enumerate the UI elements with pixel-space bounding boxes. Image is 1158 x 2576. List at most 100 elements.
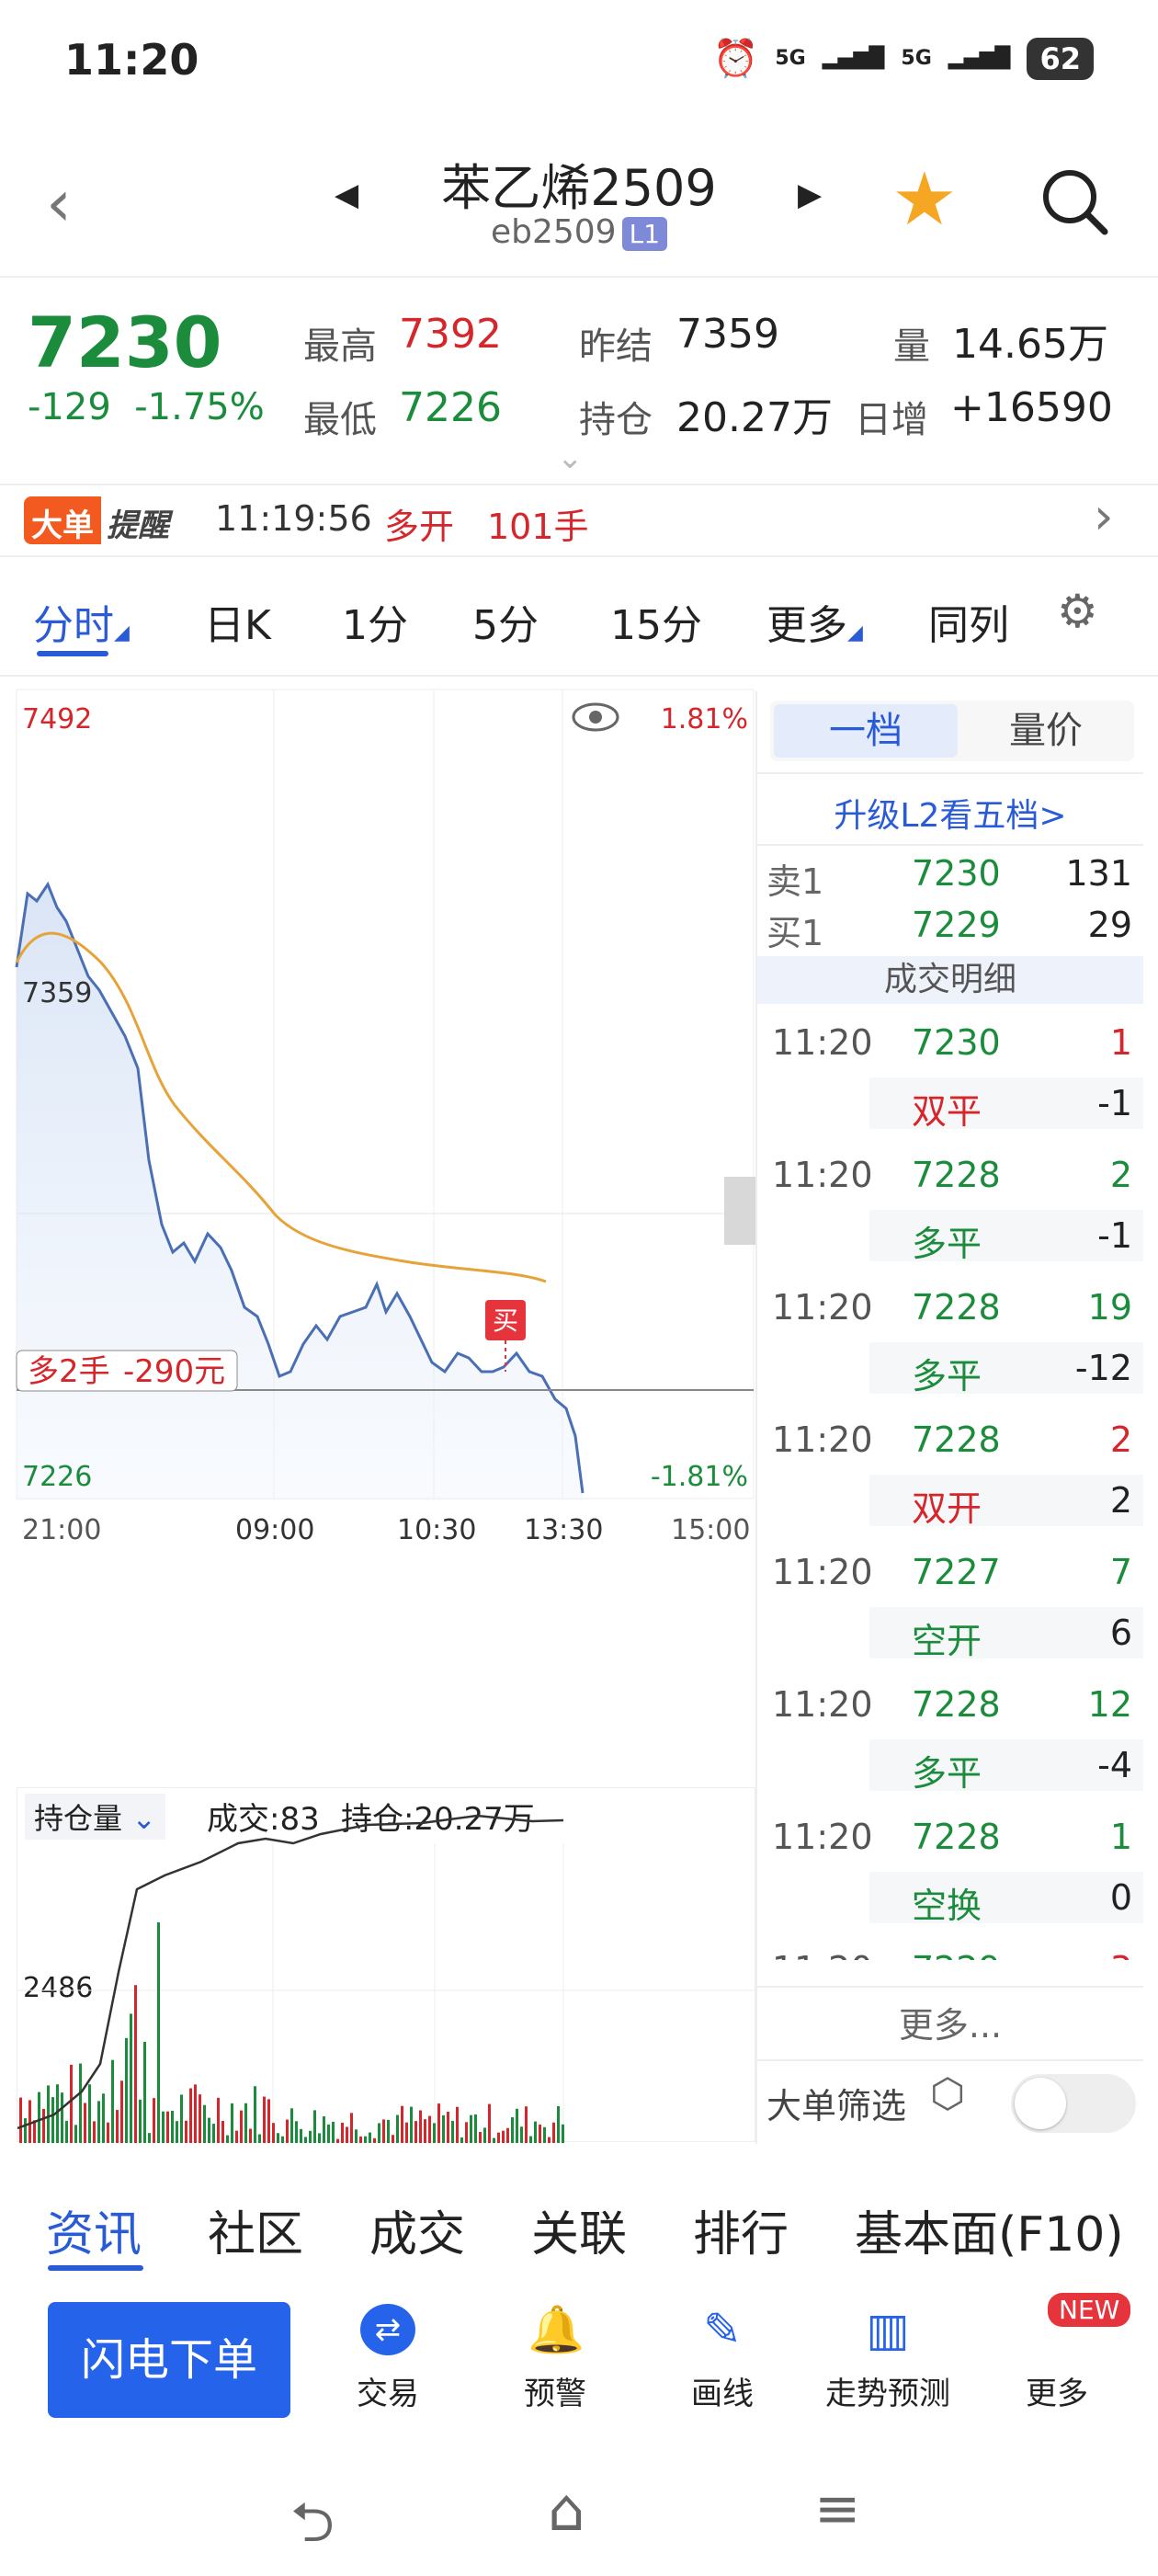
big-order-alert[interactable]: 大单 提醒 11:19:56 多开 101手 › <box>0 487 1158 555</box>
volume-bar <box>520 2126 523 2143</box>
volume-bar <box>497 2132 500 2143</box>
tab-intraday-label: 分时 <box>33 602 114 649</box>
home-nav-icon[interactable]: ⌂ <box>548 2477 585 2545</box>
volume-bar <box>401 2105 403 2143</box>
status-bar: 11:20 ⏰ 5G ▂▄▆█ 5G ▂▄▆█ 62 <box>0 0 1158 129</box>
upgrade-l2-link[interactable]: 升级L2看五档> <box>757 789 1143 837</box>
big-order-filter-toggle[interactable] <box>1011 2074 1136 2133</box>
battery-indicator: 62 <box>1027 37 1094 80</box>
alert-tag-b: 提醒 <box>107 507 169 544</box>
low-value: 7226 <box>399 384 502 431</box>
volume-bar <box>516 2108 518 2143</box>
chevron-right-icon[interactable]: › <box>1094 487 1114 545</box>
trade-time: 11:20 <box>772 1287 873 1328</box>
volume-bar <box>74 2125 77 2143</box>
tab-related[interactable]: 关联 <box>531 2195 627 2264</box>
trade-time: 11:20 <box>772 1817 873 1857</box>
more-trades-link[interactable]: 更多... <box>757 1997 1143 2047</box>
tab-more[interactable]: 更多◢ <box>766 592 863 651</box>
trade-row: 11:20 7228 12 多平 -4 <box>757 1671 1143 1804</box>
action-bar: 闪电下单 ⇄ 交易 🔔 预警 ✎ 画线 ▥ 走势预测 NEW 更多 <box>0 2280 1158 2464</box>
tab-volume-price[interactable]: 量价 <box>963 704 1129 758</box>
trade-qty: 19 <box>1087 1287 1132 1328</box>
volume-bar <box>176 2121 178 2143</box>
volume-bar <box>373 2137 376 2143</box>
volume-bar <box>424 2119 426 2143</box>
flash-order-button[interactable]: 闪电下单 <box>48 2302 290 2418</box>
signal-bars-icon: ▂▄▆█ <box>822 47 885 70</box>
expand-side-handle[interactable] <box>724 1177 755 1245</box>
bid1-qty: 29 <box>1087 905 1132 945</box>
tab-1min[interactable]: 1分 <box>342 592 408 651</box>
trade-type: 双开 <box>912 1488 982 1529</box>
search-icon[interactable] <box>1039 165 1112 243</box>
volume-bar <box>483 2127 486 2143</box>
forecast-label: 走势预测 <box>825 2376 950 2412</box>
next-contract-icon[interactable]: ▶ <box>798 177 822 213</box>
back-nav-icon[interactable]: ⮌ <box>290 2482 335 2576</box>
volume-bar <box>350 2113 353 2143</box>
intraday-chart[interactable]: 买 多2手 -290元 7492 7359 7226 1.81% -1.81% … <box>0 682 755 1601</box>
forecast-button[interactable]: ▥ 走势预测 <box>814 2304 961 2413</box>
trade-time: 11:20 <box>772 1552 873 1592</box>
volume-bar <box>332 2121 335 2143</box>
tab-ranking[interactable]: 排行 <box>693 2195 789 2264</box>
volume-bar <box>419 2110 422 2143</box>
volume-bar <box>125 2037 128 2143</box>
trade-oi-change: 6 <box>1109 1613 1132 1653</box>
tab-community[interactable]: 社区 <box>208 2195 303 2264</box>
menu-nav-icon[interactable]: ≡ <box>814 2477 860 2541</box>
volume-bar <box>51 2097 54 2143</box>
alert-button[interactable]: 🔔 预警 <box>482 2304 629 2413</box>
tab-same-row[interactable]: 同列 <box>928 592 1009 651</box>
more-button[interactable]: NEW 更多 <box>983 2293 1131 2413</box>
volume-bar <box>61 2092 63 2143</box>
draw-button[interactable]: ✎ 画线 <box>649 2304 796 2413</box>
volume-bar <box>511 2117 514 2143</box>
last-price: 7230 <box>28 302 222 383</box>
trade-price: 7228 <box>912 1155 1001 1195</box>
tab-5min[interactable]: 5分 <box>472 592 539 651</box>
contract-code-text: eb2509 <box>490 213 617 251</box>
volume-bar <box>341 2122 344 2143</box>
trade-row: 11:20 7229 3 <box>757 1936 1143 1960</box>
volume-bar <box>336 2138 339 2143</box>
alert-qty: 101手 <box>487 507 589 547</box>
volume-bar <box>47 2085 50 2143</box>
tab-15min[interactable]: 15分 <box>610 592 702 651</box>
trade-label: 交易 <box>357 2376 419 2412</box>
trade-type: 多平 <box>912 1356 982 1396</box>
volume-bar <box>493 2137 495 2143</box>
open-interest-label: 持仓 <box>579 399 653 441</box>
volume-bar <box>157 1922 160 2143</box>
volume-bar <box>42 2108 45 2143</box>
filter-settings-icon[interactable]: ⬡ <box>930 2070 965 2117</box>
tab-news[interactable]: 资讯 <box>46 2195 142 2264</box>
trade-list[interactable]: 11:20 7230 1 双平 -1 11:20 7228 2 多平 -1 11:20 7228 19 多… <box>757 1009 1143 1960</box>
expand-chevron-icon[interactable]: ⌄ <box>557 439 584 476</box>
trade-type: 空换 <box>912 1886 982 1926</box>
tab-fundamentals[interactable]: 基本面(F10) <box>855 2195 1124 2264</box>
tab-daily-k[interactable]: 日K <box>204 592 271 651</box>
tab-level1[interactable]: 一档 <box>774 704 958 758</box>
ask1-label: 卖1 <box>766 861 824 902</box>
contract-code: eb2509 L1 <box>0 213 1158 251</box>
volume-bar <box>534 2121 537 2143</box>
ask1-qty: 131 <box>1065 853 1132 894</box>
depth-toggle: 一档 量价 <box>770 701 1134 761</box>
favorite-star-icon[interactable]: ★ <box>891 156 958 242</box>
trade-button[interactable]: ⇄ 交易 <box>314 2304 461 2413</box>
trade-row: 11:20 7228 1 空换 0 <box>757 1804 1143 1936</box>
volume-bars <box>19 1922 564 2143</box>
volume-bar <box>102 2093 105 2143</box>
trade-type-bg <box>869 1872 1143 1923</box>
trade-qty: 3 <box>1110 1949 1132 1960</box>
trade-type: 多平 <box>912 1753 982 1794</box>
settings-gear-icon[interactable]: ⚙ <box>1057 585 1098 638</box>
trade-oi-change: -1 <box>1097 1215 1132 1256</box>
volume-bar <box>272 2123 275 2143</box>
tab-trades[interactable]: 成交 <box>369 2195 465 2264</box>
tab-intraday[interactable]: 分时◢ <box>33 592 130 651</box>
trade-price: 7228 <box>912 1419 1001 1460</box>
volume-bar <box>392 2135 394 2143</box>
